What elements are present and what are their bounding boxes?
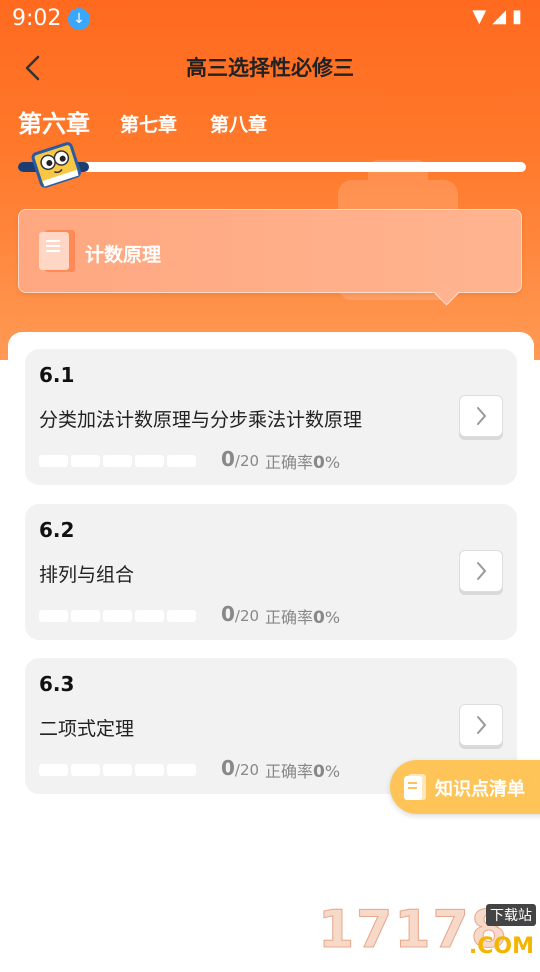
lesson-open-button[interactable] bbox=[459, 395, 503, 437]
chapter-progress-track[interactable] bbox=[18, 162, 526, 172]
progress-segment bbox=[103, 610, 132, 622]
section-card: 计数原理 bbox=[18, 209, 522, 306]
lesson-accuracy: 正确率0% bbox=[265, 449, 340, 473]
score-total: /20 bbox=[234, 607, 260, 625]
wifi-icon: ▼ bbox=[472, 6, 493, 27]
accuracy-value: 0 bbox=[313, 762, 325, 782]
lesson-number: 6.1 bbox=[39, 363, 75, 387]
watermark-tag: 下载站 bbox=[486, 904, 536, 926]
progress-segment bbox=[71, 610, 100, 622]
knowledge-list-button[interactable]: 知识点清单 bbox=[390, 760, 540, 814]
knowledge-list-label: 知识点清单 bbox=[435, 779, 525, 800]
chevron-right-icon bbox=[477, 716, 487, 734]
lesson-number: 6.2 bbox=[39, 518, 75, 542]
accuracy-unit: % bbox=[324, 762, 341, 781]
lesson-number: 6.3 bbox=[39, 672, 75, 696]
accuracy-label: 正确率 bbox=[265, 762, 314, 781]
lesson-progress-bars bbox=[39, 761, 199, 780]
accuracy-value: 0 bbox=[313, 453, 325, 473]
watermark-suffix: .COM bbox=[468, 934, 534, 959]
lesson-card-6-1[interactable]: 6.1 分类加法计数原理与分步乘法计数原理 0/20 正确率0% bbox=[25, 349, 517, 485]
accuracy-unit: % bbox=[324, 608, 341, 627]
progress-segment bbox=[71, 455, 100, 467]
progress-segment bbox=[39, 610, 68, 622]
lesson-score: 0/20 bbox=[221, 756, 259, 780]
status-time: 9:02 bbox=[12, 6, 62, 31]
notebook-icon bbox=[404, 774, 426, 800]
score-total: /20 bbox=[234, 452, 260, 470]
lesson-title: 分类加法计数原理与分步乘法计数原理 bbox=[39, 409, 363, 431]
chevron-right-icon bbox=[477, 407, 487, 425]
progress-segment bbox=[135, 764, 164, 776]
lesson-score: 0/20 bbox=[221, 447, 259, 471]
score-value: 0 bbox=[221, 447, 235, 471]
progress-segment bbox=[167, 455, 196, 467]
progress-segment bbox=[167, 610, 196, 622]
chevron-right-icon bbox=[477, 562, 487, 580]
page-title: 高三选择性必修三 bbox=[186, 56, 354, 80]
tab-chapter-6[interactable]: 第六章 bbox=[18, 104, 90, 139]
progress-segment bbox=[167, 764, 196, 776]
status-bar: 9:02 ↓ ▼◢▮ bbox=[0, 0, 540, 36]
lesson-progress-bars bbox=[39, 607, 199, 626]
lesson-title: 排列与组合 bbox=[39, 564, 135, 586]
progress-segment bbox=[135, 610, 164, 622]
accuracy-value: 0 bbox=[313, 608, 325, 628]
tab-chapter-7[interactable]: 第七章 bbox=[120, 110, 177, 137]
lesson-open-button[interactable] bbox=[459, 704, 503, 746]
book-mascot-icon[interactable] bbox=[30, 140, 82, 188]
lesson-accuracy: 正确率0% bbox=[265, 758, 340, 782]
score-value: 0 bbox=[221, 602, 235, 626]
site-watermark: 17178 下载站 .COM bbox=[318, 900, 540, 961]
lesson-progress-bars bbox=[39, 452, 199, 471]
lesson-title: 二项式定理 bbox=[39, 718, 135, 740]
download-icon: ↓ bbox=[68, 8, 90, 30]
signal-icon: ◢ bbox=[492, 6, 513, 27]
progress-segment bbox=[103, 764, 132, 776]
accuracy-label: 正确率 bbox=[265, 453, 314, 472]
score-total: /20 bbox=[234, 761, 260, 779]
lesson-open-button[interactable] bbox=[459, 550, 503, 592]
tab-chapter-8[interactable]: 第八章 bbox=[210, 110, 267, 137]
progress-segment bbox=[103, 455, 132, 467]
accuracy-unit: % bbox=[324, 453, 341, 472]
book-icon bbox=[39, 230, 75, 272]
progress-segment bbox=[135, 455, 164, 467]
battery-icon: ▮ bbox=[512, 6, 528, 27]
section-title: 计数原理 bbox=[85, 244, 162, 266]
lesson-accuracy: 正确率0% bbox=[265, 604, 340, 628]
lesson-card-6-2[interactable]: 6.2 排列与组合 0/20 正确率0% bbox=[25, 504, 517, 640]
progress-segment bbox=[39, 455, 68, 467]
score-value: 0 bbox=[221, 756, 235, 780]
progress-segment bbox=[71, 764, 100, 776]
status-icons: ▼◢▮ bbox=[472, 6, 528, 27]
progress-segment bbox=[39, 764, 68, 776]
lesson-score: 0/20 bbox=[221, 602, 259, 626]
accuracy-label: 正确率 bbox=[265, 608, 314, 627]
